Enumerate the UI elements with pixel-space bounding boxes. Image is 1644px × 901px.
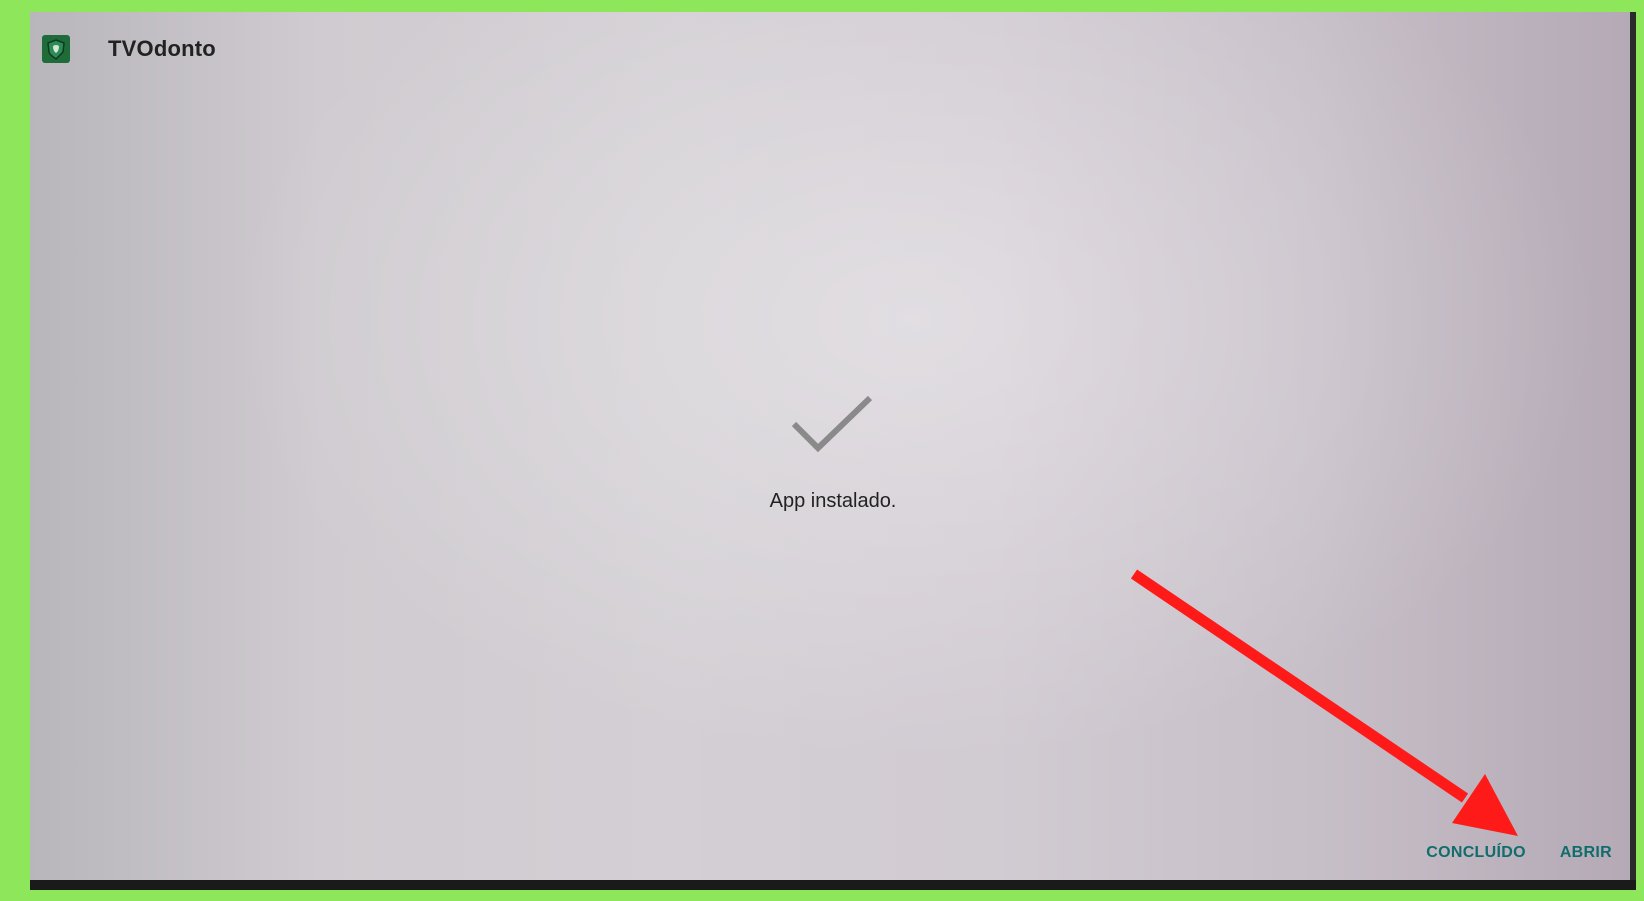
- open-button[interactable]: ABRIR: [1558, 838, 1614, 868]
- checkmark-icon: [791, 395, 873, 453]
- tvodonto-app-icon: [42, 35, 70, 63]
- install-status: App instalado.: [30, 392, 1636, 513]
- done-button[interactable]: CONCLUÍDO: [1424, 838, 1528, 868]
- app-header: TVOdonto: [42, 34, 216, 64]
- tv-screen: TVOdonto App instalado. CONCLUÍDO ABRIR: [30, 12, 1636, 890]
- status-message: App instalado.: [769, 490, 897, 512]
- action-bar: CONCLUÍDO ABRIR: [1424, 838, 1614, 868]
- tooth-shield-icon: [47, 39, 65, 60]
- app-title: TVOdonto: [108, 36, 216, 61]
- photo-frame: TVOdonto App instalado. CONCLUÍDO ABRIR: [0, 0, 1644, 901]
